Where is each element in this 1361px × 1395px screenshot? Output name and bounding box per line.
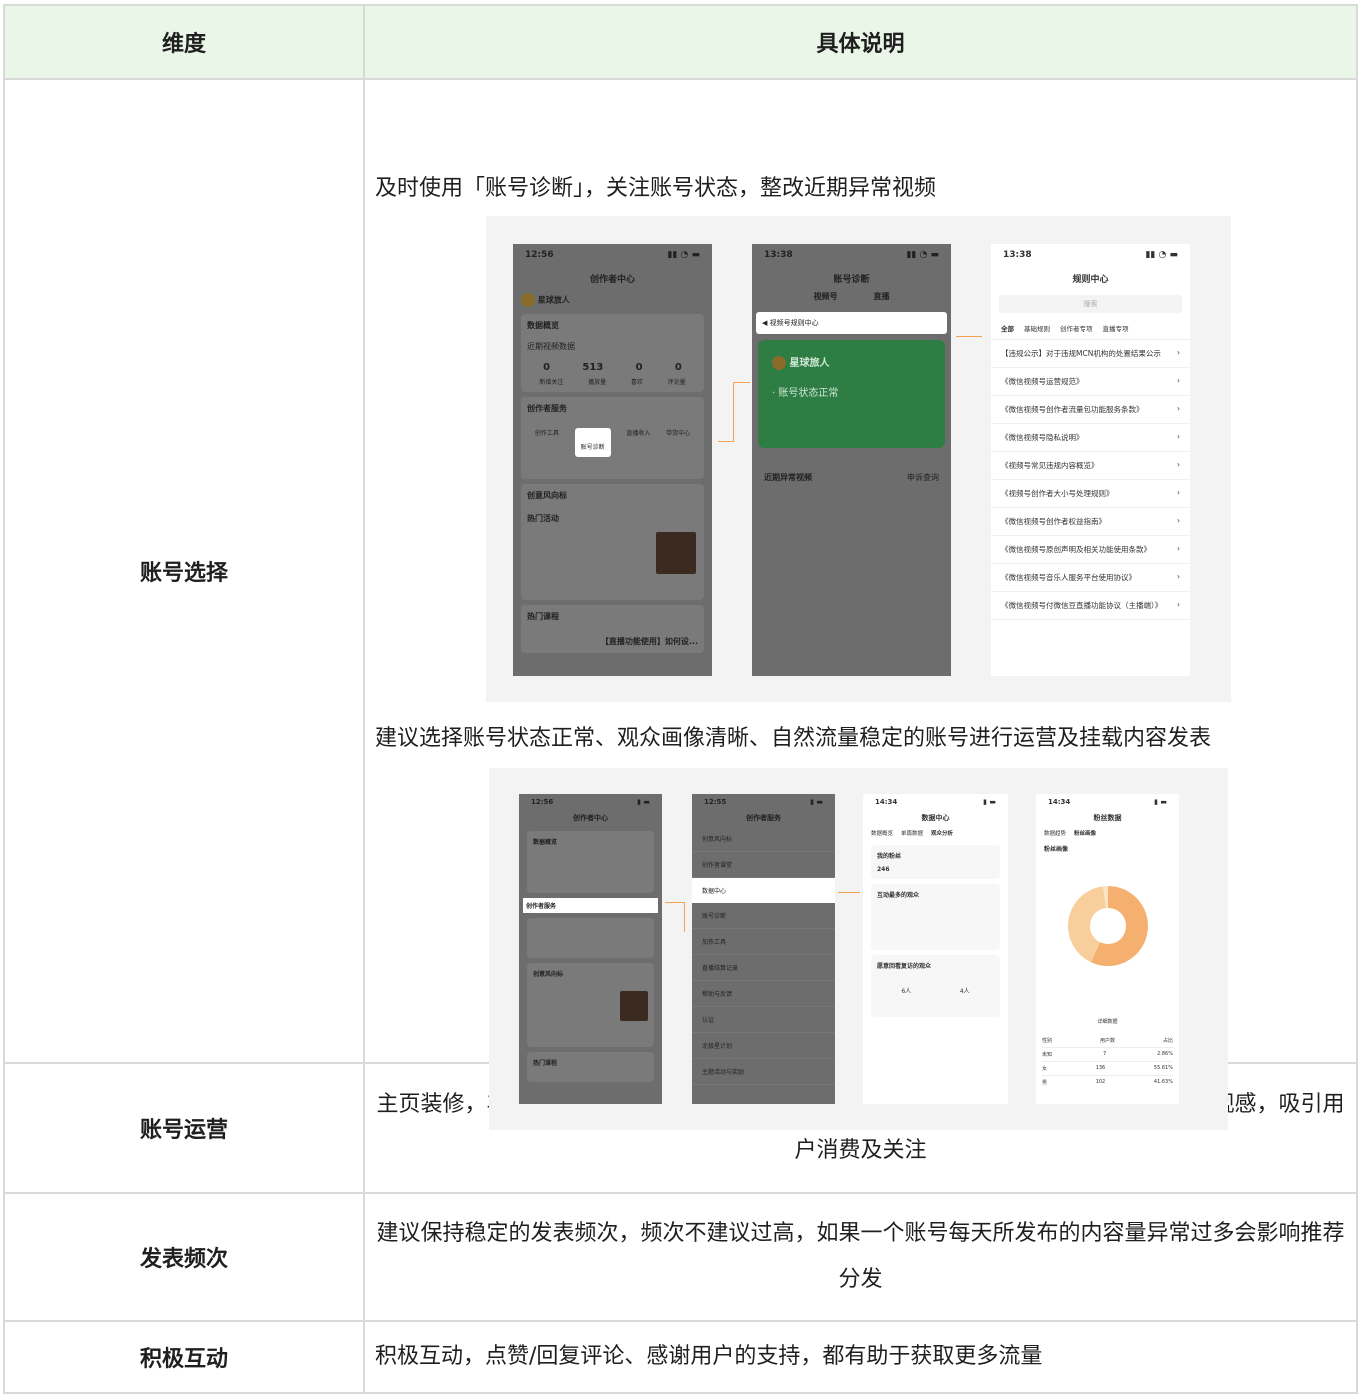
gender-donut-chart	[1068, 886, 1148, 966]
screenshot-group-diagnosis: 12:56 ▮▮ ◔ ▬ 创作者中心 星球旅人 数据概览 近期视频数据 0 513 0…	[486, 216, 1231, 702]
phone-account-diagnosis: 13:38 ▮▮ ◔ ▬ 账号诊断 视频号 直播 ◀ 视频号规则中心 星球旅人 · …	[752, 244, 951, 676]
phone-creator-menu: 12:55 ▮ ▬ 创作者服务 创意风向标 创作者课堂 数据中心 账号诊断 加热工…	[692, 794, 835, 1104]
data-center-highlight: 数据中心	[692, 878, 835, 903]
phone-rules-center: 13:38 ▮▮ ◔ ▬ 规则中心 搜索 全部 基础规则 创作者专项 直播专项 【违规公…	[991, 244, 1190, 676]
desc-post-frequency: 建议保持稳定的发表频次，频次不建议过高，如果一个账号每天所发布的内容量异常过多会…	[363, 1192, 1358, 1322]
dimension-account-selection: 账号选择	[3, 78, 365, 1064]
phone-creator-center: 12:56 ▮▮ ◔ ▬ 创作者中心 星球旅人 数据概览 近期视频数据 0 513 0…	[513, 244, 712, 676]
description-cell: 及时使用「账号诊断」，关注账号状态，整改近期异常视频 12:56 ▮▮ ◔ ▬ 创…	[363, 78, 1358, 1130]
dimension-active-interaction: 积极互动	[3, 1320, 365, 1394]
dimension-post-frequency: 发表频次	[3, 1192, 365, 1322]
account-diagnosis-highlight: 账号诊断	[574, 428, 611, 457]
guide-table: 维度 具体说明 账号选择 及时使用「账号诊断」，关注账号状态，整改近期异常视频 …	[3, 4, 1358, 1394]
dimension-account-operation: 账号运营	[3, 1062, 365, 1194]
phone-creator-center-2: 12:56 ▮ ▬ 创作者中心 数据概览 创作者服务 创意风向标 热门课程	[519, 794, 662, 1104]
screenshot-group-data: 12:56 ▮ ▬ 创作者中心 数据概览 创作者服务 创意风向标 热门课程 12:…	[489, 768, 1228, 1130]
avatar	[521, 293, 535, 307]
desc-active-interaction: 积极互动，点赞/回复评论、感谢用户的支持，都有助于获取更多流量	[363, 1320, 1358, 1394]
header-dimension: 维度	[3, 4, 365, 80]
phone-data-center: 14:34 ▮ ▬ 数据中心 数据概览 单篇数据 观众分析 我的粉丝 246 互动最多的…	[863, 794, 1008, 1104]
phone-fans-data: 14:34 ▮ ▬ 粉丝数据 数据趋势 粉丝画像 粉丝画像 详细数据 性别 用户数 占比…	[1036, 794, 1179, 1104]
status-card: 星球旅人 · 账号状态正常	[758, 340, 945, 448]
desc-text-1: 及时使用「账号诊断」，关注账号状态，整改近期异常视频	[375, 176, 937, 201]
desc-text-2: 建议选择账号状态正常、观众画像清晰、自然流量稳定的账号进行运营及挂载内容发表	[375, 726, 1212, 751]
header-description: 具体说明	[363, 4, 1358, 80]
